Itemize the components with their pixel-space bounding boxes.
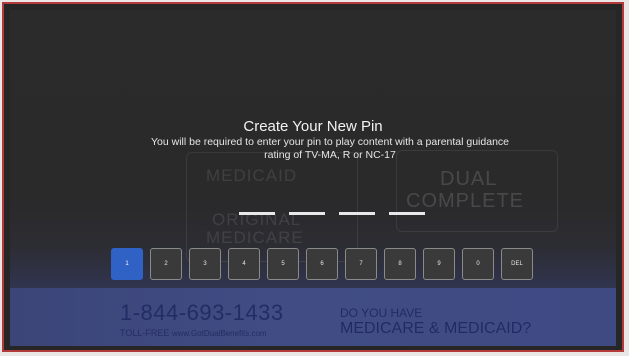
tv-screen: MEDICAID ORIGINAL MEDICARE DUAL COMPLETE… bbox=[10, 10, 616, 346]
background-ad-question-line2: MEDICARE & MEDICAID? bbox=[340, 320, 532, 337]
key-4-button[interactable]: 4 bbox=[228, 248, 260, 280]
background-ad-question-line1: DO YOU HAVE bbox=[340, 306, 423, 320]
dialog-message: You will be required to enter your pin t… bbox=[150, 136, 509, 161]
pin-slot bbox=[389, 212, 425, 215]
pin-keypad: 1 2 3 4 5 6 7 8 9 0 DEL bbox=[111, 248, 533, 280]
key-7-button[interactable]: 7 bbox=[345, 248, 377, 280]
background-ad-medicare: MEDICARE bbox=[206, 228, 304, 247]
key-8-button[interactable]: 8 bbox=[384, 248, 416, 280]
pin-slot bbox=[339, 212, 375, 215]
background-ad-tollfree-label: TOLL-FREE bbox=[120, 328, 170, 338]
key-9-button[interactable]: 9 bbox=[423, 248, 455, 280]
key-2-button[interactable]: 2 bbox=[150, 248, 182, 280]
background-ad-url: www.GotDualBenefits.com bbox=[171, 329, 267, 338]
key-6-button[interactable]: 6 bbox=[306, 248, 338, 280]
background-ad-phone: 1-844-693-1433 bbox=[120, 300, 284, 325]
key-3-button[interactable]: 3 bbox=[189, 248, 221, 280]
pin-slot bbox=[289, 212, 325, 215]
background-ad-tollfree: TOLL-FREE www.GotDualBenefits.com bbox=[120, 328, 267, 338]
key-0-button[interactable]: 0 bbox=[462, 248, 494, 280]
tv-photo-frame: MEDICAID ORIGINAL MEDICARE DUAL COMPLETE… bbox=[2, 2, 624, 352]
key-1-button[interactable]: 1 bbox=[111, 248, 143, 280]
dialog-title: Create Your New Pin bbox=[243, 118, 383, 135]
background-ad-medicaid: MEDICAID bbox=[206, 166, 298, 185]
background-ad-strip: 1-844-693-1433 TOLL-FREE www.GotDualBene… bbox=[10, 288, 616, 346]
background-ad-dual: DUAL bbox=[440, 168, 498, 190]
pin-entry-slots bbox=[239, 212, 425, 215]
delete-button[interactable]: DEL bbox=[501, 248, 533, 280]
key-5-button[interactable]: 5 bbox=[267, 248, 299, 280]
background-ad-complete: COMPLETE bbox=[406, 190, 525, 212]
pin-slot bbox=[239, 212, 275, 215]
